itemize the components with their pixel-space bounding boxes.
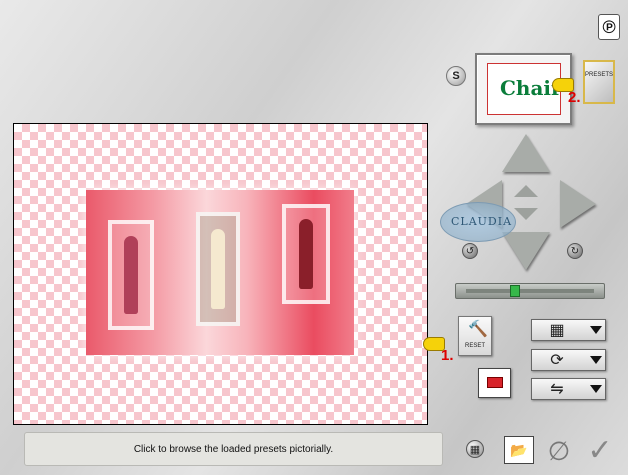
claudia-watermark: CLAUDIA	[440, 202, 516, 242]
status-bar: Click to browse the loaded presets picto…	[24, 432, 443, 466]
color-button[interactable]	[478, 368, 511, 398]
hammer-icon: 🔨	[468, 321, 488, 338]
figure-silhouette	[211, 228, 225, 310]
reset-button[interactable]: 🔨 RESET	[458, 316, 492, 356]
flip-icon: ⇋	[550, 381, 564, 398]
move-up-arrow-icon[interactable]	[502, 134, 550, 172]
zoom-slider-track	[466, 289, 594, 293]
zoom-slider[interactable]	[455, 283, 605, 299]
rotate-icon: ⟳	[550, 352, 564, 369]
scale-down-arrow-icon[interactable]	[514, 208, 538, 220]
s-toggle-button[interactable]: S	[446, 66, 466, 86]
step-1-label: 1.	[441, 347, 454, 364]
rotate-left-icon[interactable]: ↺	[462, 243, 478, 259]
step-2-label: 2.	[568, 89, 581, 106]
image-frame-center	[196, 212, 240, 326]
flip-mode-dropdown[interactable]: ⇋	[531, 378, 606, 400]
rotate-right-icon[interactable]: ↻	[567, 243, 583, 259]
open-folder-button[interactable]: 📂	[504, 436, 534, 464]
perspective-grid-icon: ▦	[549, 322, 565, 339]
image-frame-left	[108, 220, 154, 330]
status-text: Click to browse the loaded presets picto…	[133, 443, 334, 455]
preview-image	[86, 190, 354, 355]
rotate-mode-dropdown[interactable]: ⟳	[531, 349, 606, 371]
chevron-down-icon	[590, 356, 602, 364]
grid-mode-dropdown[interactable]: ▦	[531, 319, 606, 341]
image-frame-right	[282, 204, 330, 304]
folder-icon: 📂	[510, 441, 528, 458]
watermark-text: CLAUDIA	[451, 215, 513, 228]
zoom-slider-thumb[interactable]	[510, 285, 520, 297]
cancel-button[interactable]: ∅	[545, 436, 573, 466]
preset-thumbnail-image: Chair	[487, 63, 562, 115]
preview-canvas[interactable]	[13, 123, 428, 425]
color-swatch-icon	[487, 377, 503, 388]
ok-button[interactable]: ✓	[585, 434, 615, 467]
reset-label: RESET	[464, 343, 485, 349]
figure-silhouette	[124, 236, 138, 314]
chevron-down-icon	[590, 326, 602, 334]
chevron-down-icon	[590, 385, 602, 393]
move-right-arrow-icon[interactable]	[560, 180, 596, 228]
scale-up-arrow-icon[interactable]	[514, 185, 538, 197]
move-down-arrow-icon[interactable]	[502, 232, 550, 270]
plugin-logo-icon[interactable]: ℗	[598, 14, 620, 40]
figure-silhouette	[299, 219, 313, 289]
grid-icon[interactable]: ▦	[466, 440, 484, 458]
presets-button[interactable]: PRESETS	[583, 60, 615, 104]
